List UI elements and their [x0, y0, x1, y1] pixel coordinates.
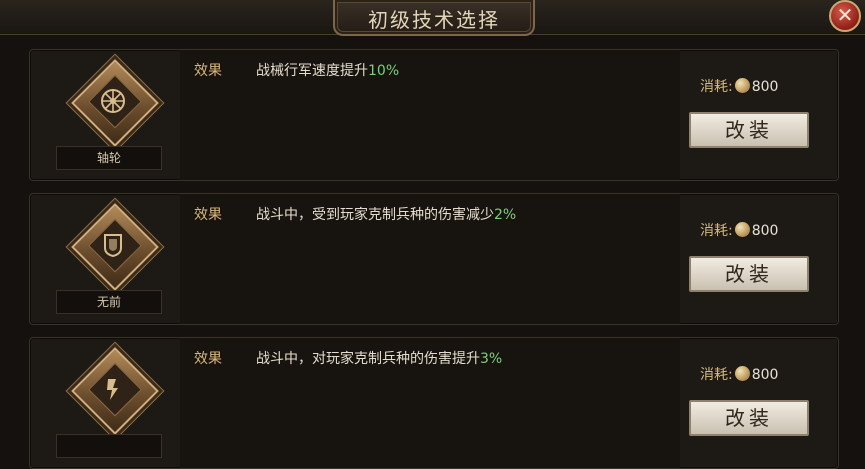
- cost: 消耗: 800: [700, 222, 779, 239]
- effect-percent: 3%: [480, 351, 503, 367]
- tech-card-3: 效果 战斗中，对玩家克制兵种的伤害提升3% 消耗: 800 改装: [29, 337, 839, 469]
- modify-button[interactable]: 改装: [689, 256, 809, 292]
- effect-label: 效果: [194, 351, 222, 367]
- tech-icon-slot[interactable]: 无前: [52, 203, 166, 314]
- cost-value: 800: [751, 367, 779, 383]
- tech-name: 轴轮: [56, 146, 162, 170]
- wheel-icon: [98, 86, 128, 116]
- cost-value: 800: [751, 79, 779, 95]
- tech-card-1: 轴轮 效果 战械行军速度提升10% 消耗: 800 改装: [29, 49, 839, 181]
- modify-button[interactable]: 改装: [689, 400, 809, 436]
- effect-label: 效果: [194, 207, 222, 223]
- shield-icon: [98, 230, 128, 260]
- coin-icon: [734, 366, 750, 381]
- close-button[interactable]: ✕: [829, 0, 861, 32]
- page-title: 初级技术选择: [368, 8, 500, 32]
- effect-text: 战斗中，对玩家克制兵种的伤害提升3%: [256, 351, 503, 367]
- tech-list: 轴轮 效果 战械行军速度提升10% 消耗: 800 改装 无前 效果 战斗中，受到…: [0, 0, 865, 469]
- effect-text: 战斗中，受到玩家克制兵种的伤害减少2%: [256, 207, 517, 223]
- cost: 消耗: 800: [700, 78, 779, 95]
- effect-label: 效果: [194, 63, 222, 79]
- tech-name: 无前: [56, 290, 162, 314]
- tech-icon-slot[interactable]: 轴轮: [52, 59, 166, 170]
- cost: 消耗: 800: [700, 366, 779, 383]
- top-bar: 初级技术选择 ✕: [0, 0, 865, 36]
- tech-card-2: 无前 效果 战斗中，受到玩家克制兵种的伤害减少2% 消耗: 800 改装: [29, 193, 839, 325]
- effect-text: 战械行军速度提升10%: [256, 63, 400, 79]
- coin-icon: [734, 78, 750, 93]
- modify-button[interactable]: 改装: [689, 112, 809, 148]
- tech-icon-slot[interactable]: [52, 347, 166, 458]
- effect-panel: [180, 50, 680, 180]
- effect-percent: 2%: [494, 207, 517, 223]
- tech-name: [56, 434, 162, 458]
- title-plate: 初级技术选择: [333, 0, 535, 36]
- coin-icon: [734, 222, 750, 237]
- blade-icon: [98, 374, 128, 404]
- effect-percent: 10%: [368, 63, 400, 79]
- cost-value: 800: [751, 223, 779, 239]
- close-icon: ✕: [836, 3, 854, 27]
